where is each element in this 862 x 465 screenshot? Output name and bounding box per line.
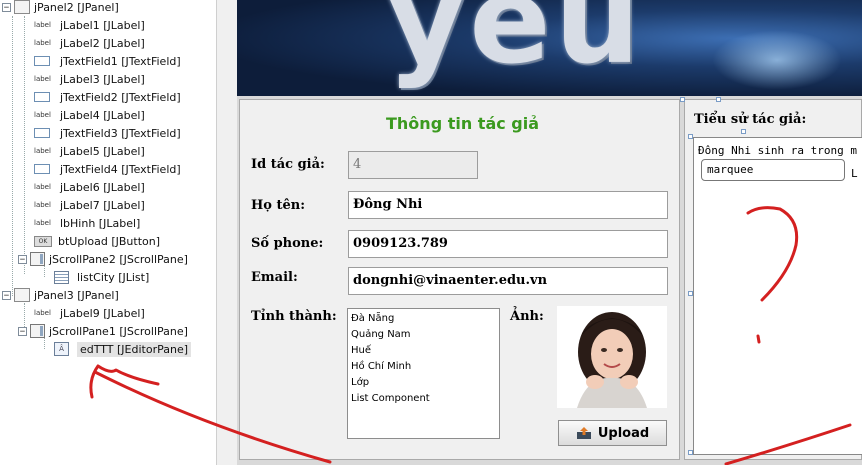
resize-handle[interactable]	[688, 450, 693, 455]
portrait-image	[557, 306, 667, 408]
tree-item-jlabel1[interactable]: label jLabel1 [JLabel]	[34, 16, 145, 34]
phone-label: Số phone:	[251, 236, 324, 251]
email-label: Email:	[251, 270, 298, 285]
id-field[interactable]: 4	[348, 151, 478, 179]
author-info-panel[interactable]: Thông tin tác giả Id tác giả: 4 Họ tên: …	[239, 99, 680, 460]
scrollpane-icon	[30, 252, 45, 266]
label-icon: label	[34, 183, 51, 191]
label-icon: label	[34, 219, 51, 227]
splitter[interactable]	[216, 0, 237, 465]
label-icon: label	[34, 75, 51, 83]
list-item[interactable]: Lớp	[351, 375, 496, 391]
name-label: Họ tên:	[251, 198, 306, 213]
textfield-icon	[34, 128, 50, 138]
tree-item-btupload[interactable]: OK btUpload [JButton]	[34, 232, 160, 250]
email-field[interactable]: dongnhi@vinaenter.edu.vn	[348, 267, 668, 295]
tree-item-jlabel7[interactable]: label jLabel7 [JLabel]	[34, 196, 145, 214]
collapse-icon[interactable]: −	[18, 326, 27, 336]
tree-item-jtextfield4[interactable]: jTextField4 [JTextField]	[34, 160, 181, 178]
tree-item-jlabel5[interactable]: label jLabel5 [JLabel]	[34, 142, 145, 160]
bio-label: Tiểu sử tác giả:	[694, 112, 807, 127]
tree-item-jpanel2[interactable]: − jPanel2 [JPanel]	[2, 0, 119, 16]
collapse-icon[interactable]: −	[18, 254, 27, 264]
upload-icon	[576, 427, 591, 439]
bio-panel[interactable]: Tiểu sử tác giả: Đông Nhi sinh ra trong …	[684, 99, 862, 460]
tree-item-jpanel3[interactable]: − jPanel3 [JPanel]	[2, 286, 119, 304]
resize-handle[interactable]	[716, 97, 721, 102]
city-list[interactable]: Đà Nẵng Quảng Nam Huế Hồ Chí Minh Lớp Li…	[347, 308, 500, 439]
resize-handle[interactable]	[741, 129, 746, 134]
tree-item-jlabel2[interactable]: label jLabel2 [JLabel]	[34, 34, 145, 52]
panel-icon	[14, 0, 30, 14]
button-icon: OK	[34, 235, 52, 247]
scrollpane-icon	[30, 324, 45, 338]
textfield-icon	[34, 56, 50, 66]
city-label: Tỉnh thành:	[251, 309, 337, 324]
author-photo	[557, 306, 667, 408]
resize-handle[interactable]	[688, 291, 693, 296]
id-label: Id tác giả:	[251, 157, 325, 172]
list-icon	[54, 270, 69, 284]
resize-handle[interactable]	[680, 97, 685, 102]
textfield-icon	[34, 92, 50, 102]
tree-item-jtextfield1[interactable]: jTextField1 [JTextField]	[34, 52, 181, 70]
tree-item-lbhinh[interactable]: label lbHinh [JLabel]	[34, 214, 140, 232]
tree-item-jtextfield3[interactable]: jTextField3 [JTextField]	[34, 124, 181, 142]
tree-item-jscrollpane2[interactable]: − jScrollPane2 [JScrollPane]	[18, 250, 188, 268]
list-item[interactable]: List Component	[351, 391, 496, 407]
tree-item-jlabel6[interactable]: label jLabel6 [JLabel]	[34, 178, 145, 196]
label-icon: label	[34, 147, 51, 155]
upload-label: Upload	[597, 425, 650, 441]
tree-item-jlabel3[interactable]: label jLabel3 [JLabel]	[34, 70, 145, 88]
tree-item-jlabel9[interactable]: label jLabel9 [JLabel]	[34, 304, 145, 322]
form-title: Thông tin tác giả	[386, 114, 540, 133]
bio-text: Đông Nhi sinh ra trong m	[698, 144, 857, 157]
collapse-icon[interactable]: −	[2, 2, 11, 12]
label-icon: label	[34, 309, 51, 317]
photo-label: Ảnh:	[510, 309, 544, 324]
list-item[interactable]: Đà Nẵng	[351, 311, 496, 327]
panel-icon	[14, 288, 30, 302]
label-icon: label	[34, 21, 51, 29]
tree-item-jscrollpane1[interactable]: − jScrollPane1 [JScrollPane]	[18, 322, 188, 340]
marquee-suffix: L	[851, 167, 858, 180]
tree-item-jtextfield2[interactable]: jTextField2 [JTextField]	[34, 88, 181, 106]
list-item[interactable]: Huế	[351, 343, 496, 359]
list-item[interactable]: Quảng Nam	[351, 327, 496, 343]
banner-image: yeu thic	[237, 0, 862, 96]
upload-button[interactable]: Upload	[558, 420, 667, 446]
label-icon: label	[34, 111, 51, 119]
banner-text: yeu thic	[387, 0, 654, 96]
list-item[interactable]: Hồ Chí Minh	[351, 359, 496, 375]
tree-item-listcity[interactable]: listCity [JList]	[54, 268, 149, 286]
tree-item-jlabel4[interactable]: label jLabel4 [JLabel]	[34, 106, 145, 124]
collapse-icon[interactable]: −	[2, 290, 11, 300]
name-field[interactable]: Đông Nhi	[348, 191, 668, 219]
label-icon: label	[34, 39, 51, 47]
marquee-box[interactable]: marquee	[701, 159, 845, 181]
phone-field[interactable]: 0909123.789	[348, 230, 668, 258]
tree-connector	[24, 16, 25, 274]
tree-item-edttt[interactable]: Â edTTT [JEditorPane]	[54, 340, 192, 358]
resize-handle[interactable]	[688, 134, 693, 139]
textfield-icon	[34, 164, 50, 174]
bio-editor[interactable]: Đông Nhi sinh ra trong m marquee L	[693, 137, 862, 455]
tree-connector	[12, 16, 13, 296]
component-tree: − jPanel2 [JPanel] label jLabel1 [JLabel…	[0, 0, 216, 465]
editorpane-icon: Â	[54, 342, 69, 356]
label-icon: label	[34, 201, 51, 209]
